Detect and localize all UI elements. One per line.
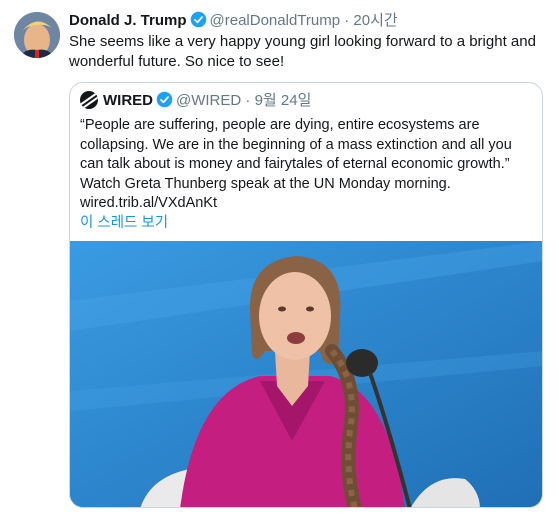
verified-badge-icon xyxy=(190,11,206,28)
tweet-header: Donald J. Trump @realDonaldTrump · 20시간 xyxy=(69,11,549,31)
quoted-date[interactable]: 9월 24일 xyxy=(255,92,312,109)
quoted-tweet-text: “People are suffering, people are dying,… xyxy=(80,117,512,192)
quoted-tweet-link[interactable]: wired.trib.al/VXdAnKt xyxy=(80,195,217,211)
quoted-tweet-body: “People are suffering, people are dying,… xyxy=(80,116,532,233)
quoted-display-name[interactable]: WIRED xyxy=(103,92,153,109)
tweet-text: She seems like a very happy young girl l… xyxy=(69,33,536,70)
handle[interactable]: @realDonaldTrump xyxy=(210,12,341,29)
avatar-image xyxy=(14,12,60,58)
quoted-tweet-header: WIRED @WIRED · 9월 24일 xyxy=(80,91,311,111)
verified-badge-icon xyxy=(156,91,173,108)
separator: · xyxy=(344,12,350,29)
avatar[interactable] xyxy=(14,12,60,58)
quoted-separator: · xyxy=(245,92,251,109)
quoted-handle[interactable]: @WIRED xyxy=(176,92,241,109)
photo-image xyxy=(70,241,542,507)
quoted-tweet[interactable]: WIRED @WIRED · 9월 24일 “People are sufferi… xyxy=(69,82,543,508)
tweet-photo[interactable] xyxy=(70,241,542,507)
display-name[interactable]: Donald J. Trump xyxy=(69,12,187,29)
timestamp[interactable]: 20시간 xyxy=(353,12,397,29)
wired-logo-icon xyxy=(80,91,98,109)
show-thread-link[interactable]: 이 스레드 보기 xyxy=(80,215,168,231)
